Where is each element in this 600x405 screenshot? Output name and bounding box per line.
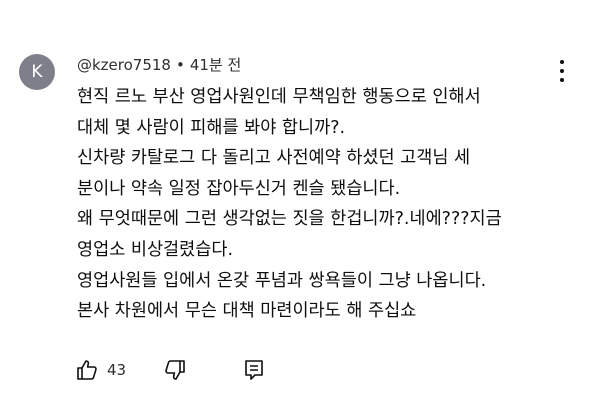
like-count: 43 bbox=[107, 361, 127, 379]
more-options-icon[interactable] bbox=[555, 60, 569, 82]
comment-line: 본사 차원에서 무슨 대책 마련이라도 해 주십쇼 bbox=[77, 301, 417, 322]
comment-thread: K @kzero7518 • 41분 전 현직 르노 부산 영업사원인데 무책임… bbox=[0, 0, 600, 405]
reply-button[interactable] bbox=[243, 358, 265, 382]
comment-line: 대체 몇 사람이 피해를 봐야 합니까?. bbox=[77, 117, 346, 138]
comment-line: 분이나 약속 일정 잡아두신거 켄슬 됐습니다. bbox=[77, 178, 401, 199]
dislike-button[interactable] bbox=[163, 358, 187, 382]
comment-line: 영업소 비상걸렸습다. bbox=[77, 239, 234, 260]
thumbs-up-icon bbox=[77, 360, 97, 380]
comment-line: 현직 르노 부산 영업사원인데 무책임한 행동으로 인해서 bbox=[77, 87, 481, 107]
comment-line: 영업사원들 입에서 온갖 푸념과 쌍욕들이 그냥 나옵니다. bbox=[77, 270, 487, 291]
comment-body: 현직 르노 부산 영업사원인데 무책임한 행동으로 인해서 대체 몇 사람이 피… bbox=[77, 82, 577, 327]
thumbs-down-icon bbox=[165, 360, 185, 380]
like-button[interactable]: 43 bbox=[75, 358, 126, 382]
author-handle[interactable]: @kzero7518 bbox=[77, 56, 171, 74]
avatar-letter: K bbox=[31, 62, 43, 82]
avatar[interactable]: K bbox=[19, 54, 55, 90]
comment-line: 왜 무엇때문에 그런 생각없는 짓을 한겁니까?.네에???지금 bbox=[77, 209, 502, 230]
comment-actions: 43 bbox=[0, 352, 600, 388]
comment-timestamp[interactable]: 41분 전 bbox=[190, 54, 241, 75]
comment-line: 신차량 카탈로그 다 돌리고 사전예약 하셨던 고객님 세 bbox=[77, 148, 471, 169]
comment-meta: @kzero7518 • 41분 전 bbox=[77, 54, 241, 75]
meta-separator: • bbox=[175, 55, 185, 74]
reply-comment-icon bbox=[245, 360, 263, 380]
